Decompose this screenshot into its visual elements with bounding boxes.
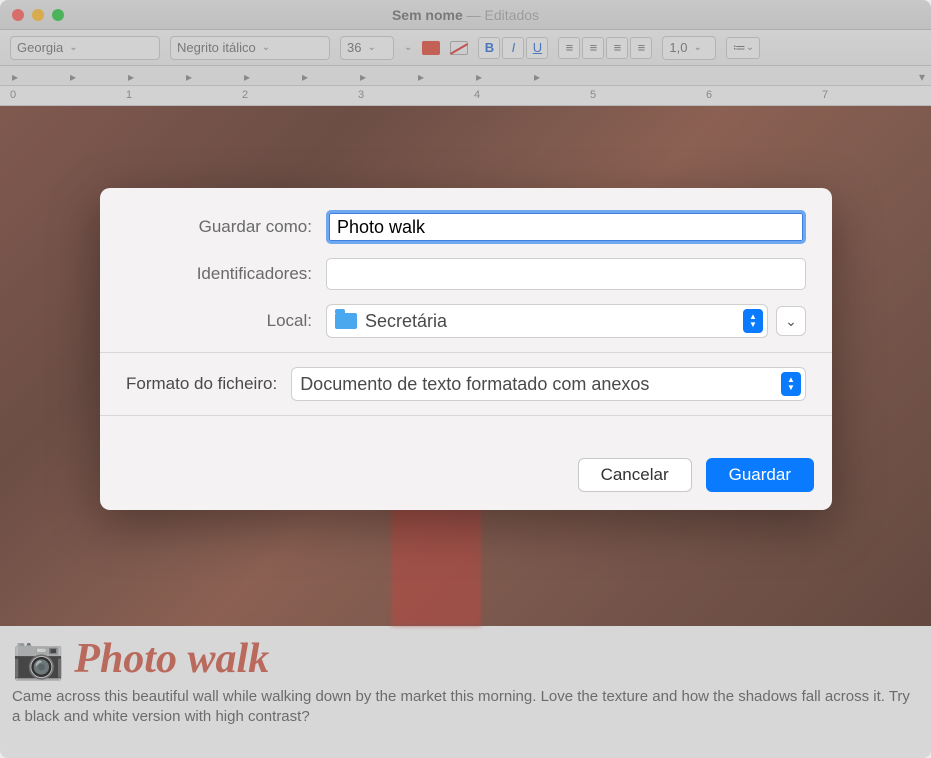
folder-icon <box>335 313 357 329</box>
separator <box>100 415 832 416</box>
save-as-label: Guardar como: <box>126 217 326 237</box>
save-button[interactable]: Guardar <box>706 458 814 492</box>
file-format-value: Documento de texto formatado com anexos <box>300 374 649 395</box>
expand-location-button[interactable]: ⌄ <box>776 306 806 336</box>
location-popup[interactable]: Secretária ▲▼ <box>326 304 768 338</box>
location-value: Secretária <box>365 311 447 332</box>
popup-arrows-icon: ▲▼ <box>781 372 801 396</box>
file-format-popup[interactable]: Documento de texto formatado com anexos … <box>291 367 806 401</box>
file-format-label: Formato do ficheiro: <box>126 374 277 394</box>
popup-arrows-icon: ▲▼ <box>743 309 763 333</box>
dialog-buttons: Cancelar Guardar <box>100 446 832 510</box>
save-dialog: Guardar como: Identificadores: Local: <box>100 188 832 510</box>
save-as-input[interactable] <box>326 210 806 244</box>
location-label: Local: <box>126 311 326 331</box>
tags-input[interactable] <box>326 258 806 290</box>
separator <box>100 352 832 353</box>
cancel-button[interactable]: Cancelar <box>578 458 692 492</box>
tags-label: Identificadores: <box>126 264 326 284</box>
app-window: Sem nome — Editados Georgia ⌄ Negrito it… <box>0 0 931 758</box>
